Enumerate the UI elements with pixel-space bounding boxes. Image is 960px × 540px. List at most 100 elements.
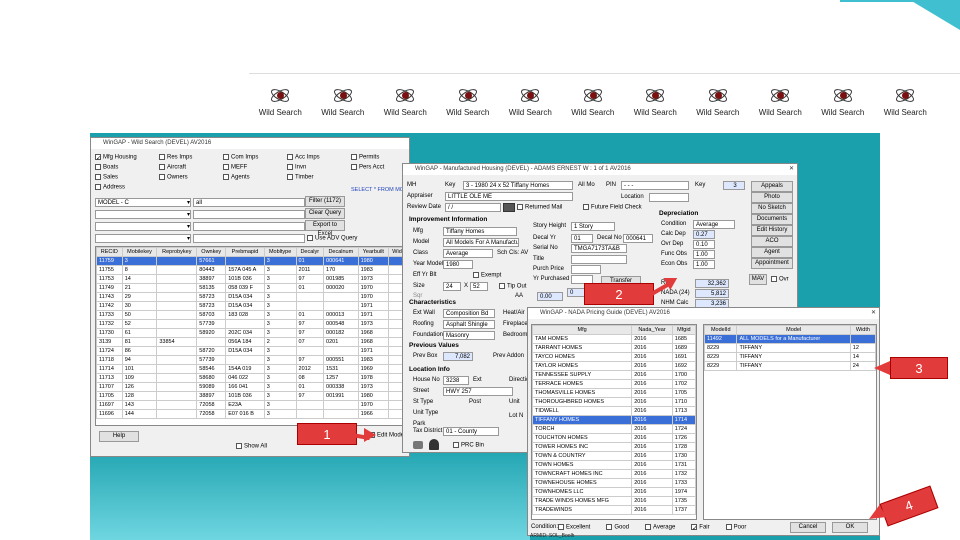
wild-search-toolbar-button[interactable]: Wild Search <box>687 74 750 129</box>
record-type-checkbox[interactable]: Acc Imps <box>287 154 320 161</box>
table-row[interactable]: TARRANT HOMES 2016 1689 <box>532 343 696 353</box>
show-all-checkbox[interactable]: Show All <box>236 443 267 450</box>
table-row[interactable]: TAM HOMES 2016 1685 <box>532 334 696 344</box>
table-row[interactable]: TORCH 2016 1724 <box>532 424 696 434</box>
table-row[interactable]: 8229 TIFFANY 12 <box>704 343 876 353</box>
side-button-no-sketch[interactable]: No Sketch <box>751 203 793 214</box>
size-length-field[interactable]: 52 <box>470 282 488 291</box>
filter-button[interactable]: Filter (1172) <box>305 196 345 207</box>
table-row[interactable]: TRADEWINDS 2016 1737 <box>532 505 696 515</box>
mav-button[interactable]: MAV <box>749 274 767 285</box>
record-type-checkbox[interactable]: Res Imps <box>159 154 192 161</box>
column-header[interactable]: Mfg <box>532 325 633 335</box>
column-header[interactable]: Mobilekey <box>121 247 158 257</box>
roofing-select[interactable]: Asphalt Shingle <box>443 320 495 329</box>
column-header[interactable]: Width <box>849 325 876 335</box>
record-type-checkbox[interactable]: Timber <box>287 174 313 181</box>
record-type-checkbox[interactable]: Com Imps <box>223 154 258 161</box>
wild-search-toolbar-button[interactable]: Wild Search <box>312 74 375 129</box>
table-row[interactable]: 3139 81 33854 056A 184 2 07 0201 1968 <box>96 337 406 347</box>
ok-button[interactable]: OK <box>832 522 868 533</box>
filter-field-select[interactable]: MODEL - C ▾ <box>95 198 191 207</box>
decal-no-field[interactable]: 000641 <box>623 234 653 243</box>
table-row[interactable]: TOWN HOMES 2016 1731 <box>532 460 696 470</box>
table-row[interactable]: THOMASVILLE HOMES 2016 1705 <box>532 388 696 398</box>
record-type-checkbox[interactable]: Sales <box>95 174 118 181</box>
wild-search-toolbar-button[interactable]: Wild Search <box>562 74 625 129</box>
wild-search-toolbar-button[interactable]: Wild Search <box>874 74 937 129</box>
filter-field-select-4[interactable]: ▾ <box>95 234 191 243</box>
cancel-button[interactable]: Cancel <box>790 522 826 533</box>
location-field[interactable] <box>649 193 689 202</box>
record-type-checkbox[interactable]: Permits <box>351 154 379 161</box>
table-row[interactable]: TRADE WINDS HOMES MFG 2016 1735 <box>532 496 696 506</box>
wild-search-toolbar-button[interactable]: Wild Search <box>374 74 437 129</box>
table-row[interactable]: TOWNEHOUSE HOMES 2016 1733 <box>532 478 696 488</box>
table-row[interactable]: 11707 126 59089 166 041 3 01 000338 1973 <box>96 382 406 392</box>
condition-checkbox-good[interactable]: Good <box>606 524 629 531</box>
serial-no-field[interactable]: TMGA7173TA&B <box>571 244 627 253</box>
filter-field-select-2[interactable]: ▾ <box>95 210 191 219</box>
table-row[interactable]: 11743 29 58723 D15A 034 3 1970 <box>96 292 406 302</box>
table-row[interactable]: 11732 52 57739 3 97 000548 1973 <box>96 319 406 329</box>
table-row[interactable]: 11742 30 58723 D15A 034 3 1971 <box>96 301 406 311</box>
printer-icon[interactable] <box>413 441 423 449</box>
house-no-field[interactable]: 3238 <box>443 376 469 385</box>
column-header[interactable]: Ownkey <box>196 247 227 257</box>
condition-select[interactable]: Average <box>693 220 735 229</box>
table-row[interactable]: 11714 101 58546 154A 019 3 2012 1531 1969 <box>96 364 406 374</box>
filter-value-input-3[interactable] <box>193 222 305 231</box>
filter-field-select-3[interactable]: ▾ <box>95 222 191 231</box>
tip-out-checkbox[interactable]: Tip Out <box>499 283 526 290</box>
ovr-dep-field[interactable]: 0.10 <box>693 240 715 249</box>
purch-price-field[interactable] <box>571 265 601 274</box>
table-row[interactable]: 11713 109 58680 046 022 3 08 1257 1978 <box>96 373 406 383</box>
table-row[interactable]: 11492 ALL MODELS for a Manufacturer <box>704 334 876 344</box>
calendar-icon[interactable] <box>503 203 515 212</box>
side-button-aco[interactable]: ACO <box>751 236 793 247</box>
exempt-checkbox[interactable]: Exempt <box>473 272 501 279</box>
mfg-select[interactable]: Tiffany Homes <box>443 227 517 236</box>
column-header[interactable]: Decalyr <box>295 247 325 257</box>
table-row[interactable]: TOWNHOMES LLC 2016 1974 <box>532 487 696 497</box>
person-icon[interactable] <box>429 439 439 450</box>
column-header[interactable]: Mfgid <box>671 325 696 335</box>
record-type-checkbox[interactable]: Agents <box>223 174 250 181</box>
wild-search-toolbar-button[interactable]: Wild Search <box>437 74 500 129</box>
filter-value-input-4[interactable] <box>193 234 305 243</box>
table-row[interactable]: 11759 3 57661 3 01 000641 1980 <box>96 256 406 266</box>
func-obs-field[interactable]: 1.00 <box>693 250 715 259</box>
table-row[interactable]: 11730 61 58920 202C 034 3 97 000182 1968 <box>96 328 406 338</box>
size-width-field[interactable]: 24 <box>443 282 461 291</box>
column-header[interactable]: Yearbuilt <box>357 247 390 257</box>
side-button-documents[interactable]: Documents <box>751 214 793 225</box>
close-icon[interactable]: ✕ <box>871 308 876 319</box>
wild-search-toolbar-button[interactable]: Wild Search <box>749 74 812 129</box>
table-row[interactable]: 11705 128 38897 101B 036 3 97 001991 1980 <box>96 391 406 401</box>
condition-checkbox-excellent[interactable]: Excellent <box>558 524 590 531</box>
returned-mail-checkbox[interactable]: Returned Mail <box>517 204 562 211</box>
table-row[interactable]: 11749 21 58135 058 039 F 3 01 000020 1970 <box>96 283 406 293</box>
table-row[interactable]: TOWN & COUNTRY 2016 1730 <box>532 451 696 461</box>
tax-district-select[interactable]: 01 - County <box>443 427 499 436</box>
story-height-select[interactable]: 1 Story <box>571 222 615 231</box>
column-header[interactable]: Prebmapid <box>225 247 265 257</box>
decal-yr-field[interactable]: 01 <box>571 234 593 243</box>
record-type-checkbox[interactable]: Pers Acct <box>351 164 384 171</box>
table-row[interactable]: 11755 8 80443 157A 045 A 3 2011 170 1983 <box>96 265 406 275</box>
table-row[interactable]: 8229 TIFFANY 24 <box>704 361 876 371</box>
year-model-field[interactable]: 1980 <box>443 260 473 269</box>
clear-query-button[interactable]: Clear Query <box>305 208 345 219</box>
record-type-checkbox[interactable]: Boats <box>95 164 118 171</box>
key-select[interactable]: 3 - 1980 24 x 52 Tiffany Homes <box>463 181 573 190</box>
model-select[interactable]: All Models For A Manufactur <box>443 238 519 247</box>
filter-value-input-2[interactable] <box>193 210 305 219</box>
close-icon[interactable]: ✕ <box>789 164 794 175</box>
record-type-checkbox[interactable]: ✓ Mfg Housing <box>95 154 137 162</box>
table-row[interactable]: 11724 86 58720 D15A 034 3 1971 <box>96 346 406 356</box>
use-adv-query-checkbox[interactable]: Use ADV Query <box>307 235 357 242</box>
table-row[interactable]: 11697 143 72058 E23A 3 1970 <box>96 400 406 410</box>
column-header[interactable]: Decalnum <box>323 247 359 257</box>
all-mo-select[interactable]: All Mo <box>578 182 595 188</box>
condition-checkbox-average[interactable]: Average <box>645 524 675 531</box>
